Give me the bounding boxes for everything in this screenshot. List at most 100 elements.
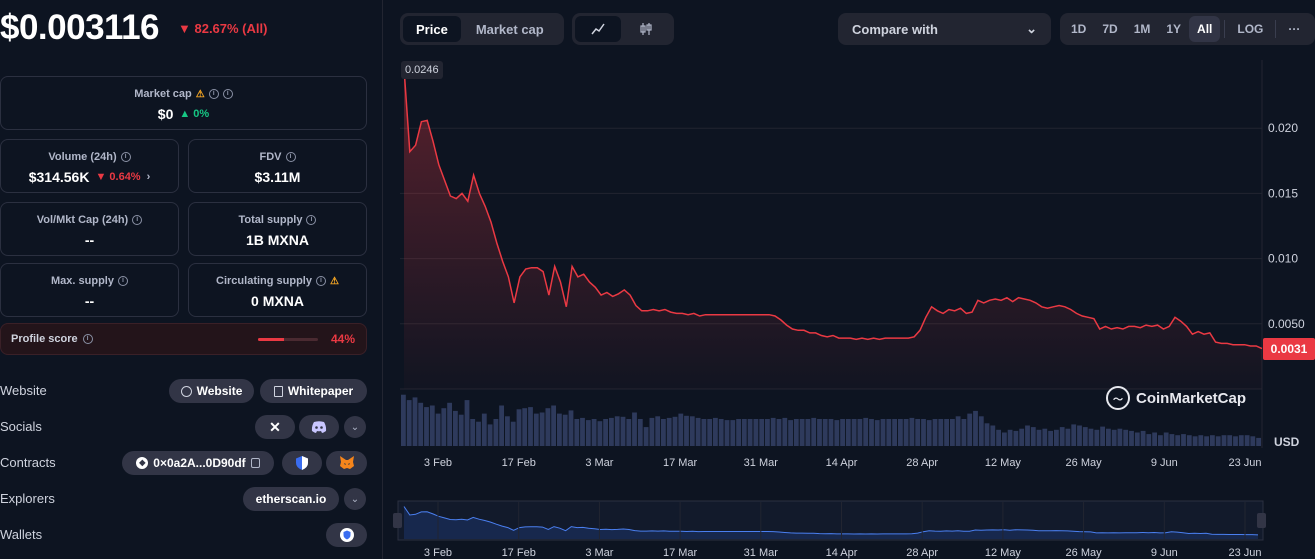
volume-bar: [476, 421, 481, 446]
volume-bar: [1117, 428, 1123, 446]
volume-bar: [678, 413, 684, 446]
volume-bar: [522, 408, 528, 446]
volume-bar: [996, 429, 1001, 446]
volume-bar: [967, 413, 973, 446]
y-tick-label: 0.020: [1268, 121, 1298, 135]
x-tick-label: 26 May: [1066, 457, 1103, 469]
volume-bar: [747, 419, 753, 446]
y-tick-label: 0.010: [1268, 252, 1298, 266]
volume-bar: [643, 427, 649, 446]
volume-bar: [880, 419, 886, 446]
volume-bar: [1106, 428, 1111, 446]
volume-bar: [1019, 428, 1025, 446]
coinmarketcap-watermark: 〜 CoinMarketCap: [1106, 386, 1246, 410]
x-tick-label: 17 Mar: [663, 457, 698, 469]
x-tick-label: 3 Mar: [585, 457, 613, 469]
x-tick-label: 17 Feb: [502, 457, 536, 469]
volume-bar: [955, 416, 961, 446]
volume-bar: [886, 419, 892, 446]
volume-bar: [1013, 430, 1019, 446]
volume-bar: [458, 414, 464, 446]
volume-bar: [1111, 429, 1117, 446]
volume-bar: [481, 413, 487, 446]
volume-bar: [1123, 429, 1129, 446]
volume-bar: [562, 414, 568, 446]
volume-bar: [551, 405, 556, 446]
volume-bar: [730, 420, 736, 446]
volume-bar: [822, 419, 828, 446]
volume-bar: [932, 419, 938, 446]
volume-bar: [585, 420, 591, 446]
coinmarketcap-logo-icon: 〜: [1106, 386, 1130, 410]
volume-bar: [909, 417, 915, 446]
navigator-tick-label: 28 Apr: [906, 547, 938, 559]
price-chart[interactable]: 0.020 0.015 0.010 0.0050 3 Feb 17 Feb 3 Mar 17…: [0, 0, 1315, 559]
volume-bar: [429, 405, 435, 446]
volume-bar: [487, 424, 493, 446]
volume-bar: [1030, 427, 1036, 446]
volume-bar: [1250, 436, 1256, 446]
volume-bar: [1181, 434, 1186, 446]
volume-bar: [666, 417, 672, 446]
volume-bar: [701, 419, 707, 446]
volume-bar: [597, 421, 603, 446]
volume-bar: [759, 419, 765, 446]
volume-bar: [1042, 428, 1048, 446]
volume-bar: [1036, 429, 1042, 446]
navigator-tick-label: 17 Mar: [663, 547, 698, 559]
volume-bar: [1088, 428, 1094, 446]
volume-bar: [1152, 432, 1157, 446]
volume-bar: [1025, 425, 1030, 446]
volume-bar: [609, 417, 614, 446]
volume-bar: [453, 410, 458, 446]
volume-bar: [464, 400, 470, 446]
volume-bar: [828, 419, 834, 446]
volume-bar: [863, 417, 869, 446]
volume-bar: [505, 416, 510, 446]
volume-bar: [765, 419, 770, 446]
volume-bar: [840, 419, 845, 446]
volume-bar: [1175, 435, 1181, 446]
volume-bar: [950, 419, 955, 446]
volume-bar: [961, 419, 967, 446]
navigator-tick-label: 3 Feb: [424, 547, 452, 559]
volume-bar: [944, 419, 949, 446]
volume-bar: [470, 419, 476, 446]
navigator-left-handle[interactable]: [393, 513, 402, 528]
volume-bar: [1140, 430, 1146, 446]
volume-bar: [984, 423, 990, 446]
volume-bar: [1227, 435, 1233, 446]
volume-bar: [533, 413, 539, 446]
volume-bar: [990, 425, 996, 446]
volume-bar: [545, 408, 551, 446]
navigator-tick-label: 31 Mar: [744, 547, 779, 559]
volume-bar: [753, 419, 759, 446]
volume-bar: [1065, 428, 1071, 446]
volume-bar: [741, 419, 747, 446]
volume-bar: [782, 417, 788, 446]
volume-bar: [788, 420, 793, 446]
volume-bar: [406, 400, 412, 446]
volume-bar: [799, 419, 805, 446]
volume-bar: [1238, 435, 1244, 446]
volume-bar: [817, 419, 822, 446]
volume-bar: [418, 402, 424, 446]
volume-bar: [874, 420, 880, 446]
volume-bar: [614, 416, 620, 446]
volume-bar: [713, 417, 718, 446]
x-tick-label: 28 Apr: [906, 457, 938, 469]
volume-bar: [1192, 436, 1198, 446]
navigator-tick-label: 9 Jun: [1151, 547, 1178, 559]
volume-bar: [580, 417, 585, 446]
volume-bar: [528, 407, 533, 446]
navigator-right-handle[interactable]: [1257, 513, 1266, 528]
volume-bar: [892, 419, 897, 446]
volume-bar: [770, 417, 776, 446]
navigator-tick-label: 14 Apr: [826, 547, 858, 559]
volume-bar: [632, 412, 637, 446]
volume-bar: [707, 419, 713, 446]
x-tick-label: 9 Jun: [1151, 457, 1178, 469]
volume-bar: [661, 419, 666, 446]
price-area-fill: [404, 68, 1262, 389]
volume-bar: [915, 419, 921, 446]
